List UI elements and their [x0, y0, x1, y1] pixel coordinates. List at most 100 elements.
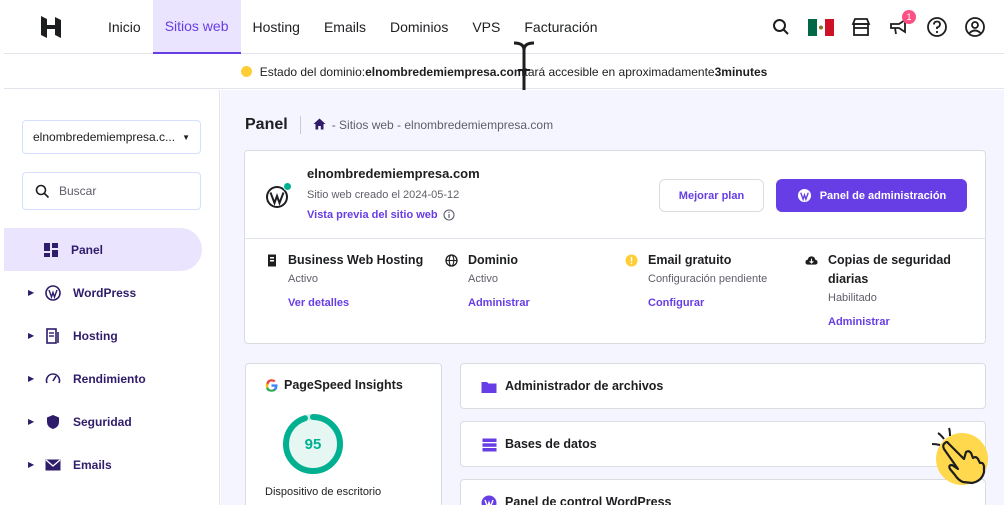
folder-icon	[481, 379, 497, 395]
tool-wordpress-panel[interactable]: Panel de control WordPress	[460, 479, 986, 505]
expand-arrow-icon: ▶	[28, 288, 35, 297]
search-icon	[35, 184, 50, 198]
top-navigation: Inicio Sitios web Hosting Emails Dominio…	[4, 0, 1004, 54]
page-title: Panel	[245, 116, 301, 134]
server-icon	[265, 254, 278, 267]
main-content: Panel - Sitios web - elnombredemiempresa…	[221, 90, 1004, 505]
sidebar-item-emails[interactable]: ▶ Emails	[4, 443, 202, 486]
domain-status-banner: Estado del dominio: elnombredemiempresa.…	[4, 55, 1004, 89]
nav-link-vps[interactable]: VPS	[460, 0, 512, 54]
status-eta: 3minutes	[714, 64, 768, 79]
sidebar-search-input[interactable]: Buscar	[22, 172, 201, 210]
wordpress-icon	[797, 188, 811, 203]
wordpress-icon	[44, 284, 62, 302]
wordpress-icon	[481, 495, 497, 505]
feature-name: Dominio	[468, 253, 518, 267]
globe-icon	[445, 254, 458, 267]
feature-domain: Dominio Activo Administrar	[445, 251, 615, 309]
sidebar: elnombredemiempresa.c... ▼ Buscar Panel …	[4, 90, 220, 505]
feature-status: Activo	[288, 273, 318, 285]
site-preview-link[interactable]: Vista previa del sitio web	[307, 209, 455, 221]
warning-dot-icon	[625, 254, 638, 267]
info-icon	[443, 209, 455, 221]
pending-status-dot-icon	[240, 66, 252, 77]
admin-panel-label: Panel de administración	[819, 189, 947, 202]
sidebar-item-label: Emails	[73, 457, 112, 472]
status-prefix: Estado del dominio:	[259, 64, 366, 79]
admin-panel-button[interactable]: Panel de administración	[776, 179, 967, 212]
envelope-icon	[44, 456, 62, 474]
sidebar-item-seguridad[interactable]: ▶ Seguridad	[4, 400, 202, 443]
feature-status: Configuración pendiente	[648, 273, 768, 285]
online-status-dot-icon	[283, 182, 292, 191]
help-icon[interactable]	[926, 16, 948, 38]
domain-select-value: elnombredemiempresa.c...	[33, 130, 176, 144]
page-heading: Panel - Sitios web - elnombredemiempresa…	[245, 116, 553, 134]
caret-down-icon: ▼	[182, 132, 190, 142]
feature-hosting: Business Web Hosting Activo Ver detalles	[265, 251, 435, 309]
sidebar-item-panel[interactable]: Panel	[4, 228, 202, 271]
manage-domain-link[interactable]: Administrar	[468, 297, 615, 309]
nav-link-inicio[interactable]: Inicio	[96, 0, 153, 54]
feature-name: Business Web Hosting	[288, 253, 424, 267]
home-icon[interactable]	[313, 118, 326, 133]
nav-icon-bar: 1	[770, 0, 986, 54]
site-created-date: Sitio web creado el 2024-05-12	[307, 189, 460, 201]
nav-link-hosting[interactable]: Hosting	[241, 0, 312, 54]
speedometer-icon	[44, 370, 62, 388]
status-domain: elnombredemiempresa.com	[365, 64, 525, 79]
feature-name: Email gratuito	[648, 253, 732, 267]
tool-databases[interactable]: Bases de datos	[460, 421, 986, 467]
database-icon	[481, 437, 497, 453]
notification-badge: 1	[902, 10, 916, 24]
manage-backups-link[interactable]: Administrar	[828, 316, 975, 328]
sidebar-item-label: WordPress	[73, 285, 137, 300]
google-icon	[265, 378, 278, 392]
pagespeed-title: PageSpeed Insights	[265, 378, 403, 392]
sidebar-item-wordpress[interactable]: ▶ WordPress	[4, 271, 202, 314]
website-overview-card: elnombredemiempresa.com Sitio web creado…	[244, 150, 986, 344]
sidebar-item-label: Rendimiento	[73, 371, 146, 386]
feature-email: Email gratuito Configuración pendiente C…	[625, 251, 795, 309]
feature-status: Habilitado	[828, 292, 877, 304]
sidebar-item-label: Panel	[71, 242, 104, 257]
view-details-link[interactable]: Ver detalles	[288, 297, 435, 309]
configure-email-link[interactable]: Configurar	[648, 297, 795, 309]
hostinger-logo-icon[interactable]	[38, 14, 64, 40]
expand-arrow-icon: ▶	[28, 331, 35, 340]
sidebar-item-label: Seguridad	[73, 414, 132, 429]
megaphone-icon[interactable]: 1	[888, 10, 916, 38]
site-name: elnombredemiempresa.com	[307, 166, 480, 181]
account-icon[interactable]	[964, 16, 986, 38]
pagespeed-title-text: PageSpeed Insights	[284, 378, 403, 392]
sidebar-item-hosting[interactable]: ▶ Hosting	[4, 314, 202, 357]
breadcrumb[interactable]: - Sitios web - elnombredemiempresa.com	[332, 118, 553, 132]
search-icon[interactable]	[770, 16, 792, 38]
dashboard-icon	[42, 241, 60, 259]
expand-arrow-icon: ▶	[28, 417, 35, 426]
nav-link-emails[interactable]: Emails	[312, 0, 378, 54]
tool-file-manager[interactable]: Administrador de archivos	[460, 363, 986, 409]
server-icon	[44, 327, 62, 345]
domain-select[interactable]: elnombredemiempresa.c... ▼	[22, 120, 201, 154]
tool-label: Panel de control WordPress	[505, 495, 672, 505]
nav-link-sitios-web[interactable]: Sitios web	[152, 0, 241, 54]
nav-link-facturacion[interactable]: Facturación	[512, 0, 609, 54]
nav-link-dominios[interactable]: Dominios	[378, 0, 460, 54]
feature-name: Copias de seguridad diarias	[828, 253, 951, 286]
upgrade-plan-button[interactable]: Mejorar plan	[659, 179, 764, 212]
pagespeed-score: 95	[304, 435, 322, 453]
mexico-flag-icon[interactable]	[808, 16, 834, 38]
expand-arrow-icon: ▶	[28, 460, 35, 469]
card-divider	[245, 238, 985, 239]
expand-arrow-icon: ▶	[28, 374, 35, 383]
tool-label: Bases de datos	[505, 437, 597, 451]
nav-links: Inicio Sitios web Hosting Emails Dominio…	[96, 0, 610, 54]
wordpress-logo-icon	[265, 182, 292, 209]
sidebar-item-rendimiento[interactable]: ▶ Rendimiento	[4, 357, 202, 400]
shield-icon	[44, 413, 62, 431]
store-icon[interactable]	[850, 16, 872, 38]
pagespeed-device-label: Dispositivo de escritorio	[265, 486, 382, 498]
status-suffix: tará accesible en aproximadamente	[524, 64, 715, 79]
feature-status: Activo	[468, 273, 498, 285]
